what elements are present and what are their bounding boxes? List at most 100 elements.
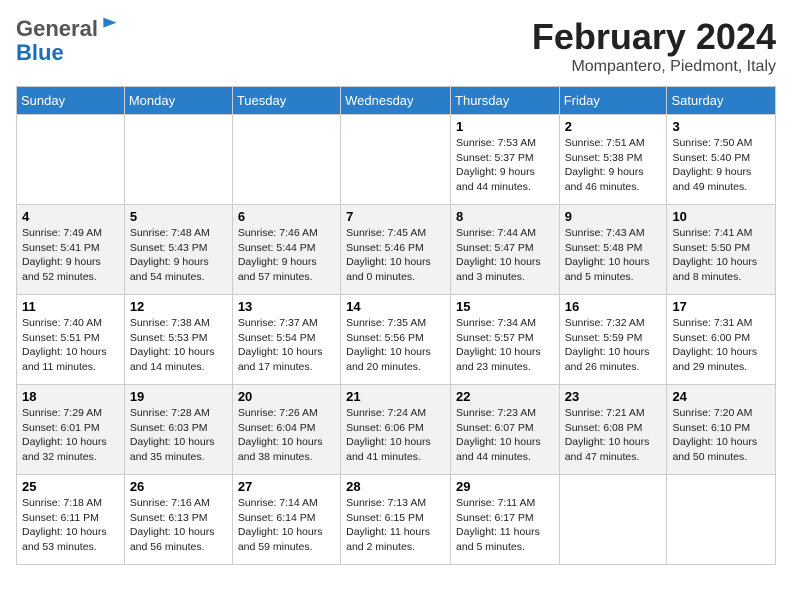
- day-number: 19: [130, 389, 227, 404]
- day-info: Sunrise: 7:48 AM Sunset: 5:43 PM Dayligh…: [130, 226, 227, 285]
- calendar-day-cell: 6Sunrise: 7:46 AM Sunset: 5:44 PM Daylig…: [232, 205, 340, 295]
- calendar-day-cell: [667, 475, 776, 565]
- day-number: 10: [672, 209, 770, 224]
- day-info: Sunrise: 7:51 AM Sunset: 5:38 PM Dayligh…: [565, 136, 662, 195]
- day-number: 24: [672, 389, 770, 404]
- calendar-day-cell: 17 Sunrise: 7:31 AM Sunset: 6:00 PM Dayli…: [667, 295, 776, 385]
- calendar-day-cell: 19 Sunrise: 7:28 AM Sunset: 6:03 PM Dayli…: [124, 385, 232, 475]
- calendar-day-cell: 22 Sunrise: 7:23 AM Sunset: 6:07 PM Dayli…: [451, 385, 560, 475]
- calendar-day-cell: 16 Sunrise: 7:32 AM Sunset: 5:59 PM Dayli…: [559, 295, 667, 385]
- day-number: 11: [22, 299, 119, 314]
- day-number: 15: [456, 299, 554, 314]
- day-info: Sunrise: 7:49 AM Sunset: 5:41 PM Dayligh…: [22, 226, 119, 285]
- day-info: Sunrise: 7:11 AM Sunset: 6:17 PM Dayligh…: [456, 496, 554, 555]
- calendar-day-cell: [559, 475, 667, 565]
- day-info: Sunrise: 7:16 AM Sunset: 6:13 PM Dayligh…: [130, 496, 227, 555]
- day-info: Sunrise: 7:28 AM Sunset: 6:03 PM Dayligh…: [130, 406, 227, 465]
- calendar-day-cell: [232, 115, 340, 205]
- day-info: Sunrise: 7:35 AM Sunset: 5:56 PM Dayligh…: [346, 316, 445, 375]
- day-number: 7: [346, 209, 445, 224]
- day-number: 5: [130, 209, 227, 224]
- calendar-day-cell: 7 Sunrise: 7:45 AM Sunset: 5:46 PM Daylig…: [341, 205, 451, 295]
- day-number: 26: [130, 479, 227, 494]
- day-info: Sunrise: 7:37 AM Sunset: 5:54 PM Dayligh…: [238, 316, 335, 375]
- day-number: 17: [672, 299, 770, 314]
- calendar-subtitle: Mompantero, Piedmont, Italy: [532, 58, 776, 76]
- calendar-day-cell: 23Sunrise: 7:21 AM Sunset: 6:08 PM Dayli…: [559, 385, 667, 475]
- calendar-day-cell: 1 Sunrise: 7:53 AM Sunset: 5:37 PM Daylig…: [451, 115, 560, 205]
- title-block: February 2024 Mompantero, Piedmont, Ital…: [532, 16, 776, 76]
- calendar-day-cell: [17, 115, 125, 205]
- day-number: 16: [565, 299, 662, 314]
- page-header: General Blue February 2024 Mompantero, P…: [16, 16, 776, 76]
- day-of-week-header: Thursday: [451, 87, 560, 115]
- day-number: 21: [346, 389, 445, 404]
- calendar-day-cell: 9Sunrise: 7:43 AM Sunset: 5:48 PM Daylig…: [559, 205, 667, 295]
- calendar-day-cell: 13Sunrise: 7:37 AM Sunset: 5:54 PM Dayli…: [232, 295, 340, 385]
- calendar-week-row: 4 Sunrise: 7:49 AM Sunset: 5:41 PM Daylig…: [17, 205, 776, 295]
- day-of-week-header: Tuesday: [232, 87, 340, 115]
- day-info: Sunrise: 7:38 AM Sunset: 5:53 PM Dayligh…: [130, 316, 227, 375]
- calendar-week-row: 11Sunrise: 7:40 AM Sunset: 5:51 PM Dayli…: [17, 295, 776, 385]
- calendar-day-cell: 29 Sunrise: 7:11 AM Sunset: 6:17 PM Dayli…: [451, 475, 560, 565]
- day-info: Sunrise: 7:26 AM Sunset: 6:04 PM Dayligh…: [238, 406, 335, 465]
- day-of-week-header: Friday: [559, 87, 667, 115]
- calendar-day-cell: 24 Sunrise: 7:20 AM Sunset: 6:10 PM Dayli…: [667, 385, 776, 475]
- day-info: Sunrise: 7:20 AM Sunset: 6:10 PM Dayligh…: [672, 406, 770, 465]
- day-info: Sunrise: 7:41 AM Sunset: 5:50 PM Dayligh…: [672, 226, 770, 285]
- calendar-day-cell: 10 Sunrise: 7:41 AM Sunset: 5:50 PM Dayli…: [667, 205, 776, 295]
- logo-blue: Blue: [16, 40, 64, 65]
- calendar-day-cell: 4 Sunrise: 7:49 AM Sunset: 5:41 PM Daylig…: [17, 205, 125, 295]
- day-number: 29: [456, 479, 554, 494]
- calendar-day-cell: 27 Sunrise: 7:14 AM Sunset: 6:14 PM Dayli…: [232, 475, 340, 565]
- calendar-body: 1 Sunrise: 7:53 AM Sunset: 5:37 PM Daylig…: [17, 115, 776, 565]
- day-number: 18: [22, 389, 119, 404]
- day-number: 8: [456, 209, 554, 224]
- calendar-day-cell: 12Sunrise: 7:38 AM Sunset: 5:53 PM Dayli…: [124, 295, 232, 385]
- day-number: 9: [565, 209, 662, 224]
- day-info: Sunrise: 7:14 AM Sunset: 6:14 PM Dayligh…: [238, 496, 335, 555]
- calendar-day-cell: [124, 115, 232, 205]
- day-number: 4: [22, 209, 119, 224]
- day-info: Sunrise: 7:18 AM Sunset: 6:11 PM Dayligh…: [22, 496, 119, 555]
- day-number: 22: [456, 389, 554, 404]
- calendar-week-row: 1 Sunrise: 7:53 AM Sunset: 5:37 PM Daylig…: [17, 115, 776, 205]
- day-number: 3: [672, 119, 770, 134]
- day-number: 20: [238, 389, 335, 404]
- day-info: Sunrise: 7:23 AM Sunset: 6:07 PM Dayligh…: [456, 406, 554, 465]
- calendar-week-row: 18 Sunrise: 7:29 AM Sunset: 6:01 PM Dayli…: [17, 385, 776, 475]
- day-of-week-header: Saturday: [667, 87, 776, 115]
- day-number: 25: [22, 479, 119, 494]
- logo-flag-icon: [100, 16, 120, 36]
- day-info: Sunrise: 7:34 AM Sunset: 5:57 PM Dayligh…: [456, 316, 554, 375]
- logo: General Blue: [16, 16, 120, 65]
- calendar-day-cell: 8 Sunrise: 7:44 AM Sunset: 5:47 PM Daylig…: [451, 205, 560, 295]
- day-number: 2: [565, 119, 662, 134]
- calendar-title: February 2024: [532, 16, 776, 58]
- day-info: Sunrise: 7:44 AM Sunset: 5:47 PM Dayligh…: [456, 226, 554, 285]
- day-info: Sunrise: 7:46 AM Sunset: 5:44 PM Dayligh…: [238, 226, 335, 285]
- calendar-day-cell: [341, 115, 451, 205]
- calendar-day-cell: 28Sunrise: 7:13 AM Sunset: 6:15 PM Dayli…: [341, 475, 451, 565]
- day-info: Sunrise: 7:45 AM Sunset: 5:46 PM Dayligh…: [346, 226, 445, 285]
- day-info: Sunrise: 7:53 AM Sunset: 5:37 PM Dayligh…: [456, 136, 554, 195]
- day-info: Sunrise: 7:29 AM Sunset: 6:01 PM Dayligh…: [22, 406, 119, 465]
- day-number: 1: [456, 119, 554, 134]
- calendar-day-cell: 21 Sunrise: 7:24 AM Sunset: 6:06 PM Dayli…: [341, 385, 451, 475]
- calendar-day-cell: 26 Sunrise: 7:16 AM Sunset: 6:13 PM Dayli…: [124, 475, 232, 565]
- calendar-day-cell: 25 Sunrise: 7:18 AM Sunset: 6:11 PM Dayli…: [17, 475, 125, 565]
- day-info: Sunrise: 7:31 AM Sunset: 6:00 PM Dayligh…: [672, 316, 770, 375]
- day-of-week-header: Sunday: [17, 87, 125, 115]
- day-info: Sunrise: 7:24 AM Sunset: 6:06 PM Dayligh…: [346, 406, 445, 465]
- calendar-day-cell: 14 Sunrise: 7:35 AM Sunset: 5:56 PM Dayli…: [341, 295, 451, 385]
- day-number: 14: [346, 299, 445, 314]
- day-info: Sunrise: 7:32 AM Sunset: 5:59 PM Dayligh…: [565, 316, 662, 375]
- day-number: 27: [238, 479, 335, 494]
- calendar-table: SundayMondayTuesdayWednesdayThursdayFrid…: [16, 86, 776, 565]
- calendar-day-cell: 18 Sunrise: 7:29 AM Sunset: 6:01 PM Dayli…: [17, 385, 125, 475]
- calendar-day-cell: 20 Sunrise: 7:26 AM Sunset: 6:04 PM Dayli…: [232, 385, 340, 475]
- calendar-day-cell: 2 Sunrise: 7:51 AM Sunset: 5:38 PM Daylig…: [559, 115, 667, 205]
- calendar-day-cell: 11Sunrise: 7:40 AM Sunset: 5:51 PM Dayli…: [17, 295, 125, 385]
- calendar-day-cell: 3Sunrise: 7:50 AM Sunset: 5:40 PM Daylig…: [667, 115, 776, 205]
- calendar-header-row: SundayMondayTuesdayWednesdayThursdayFrid…: [17, 87, 776, 115]
